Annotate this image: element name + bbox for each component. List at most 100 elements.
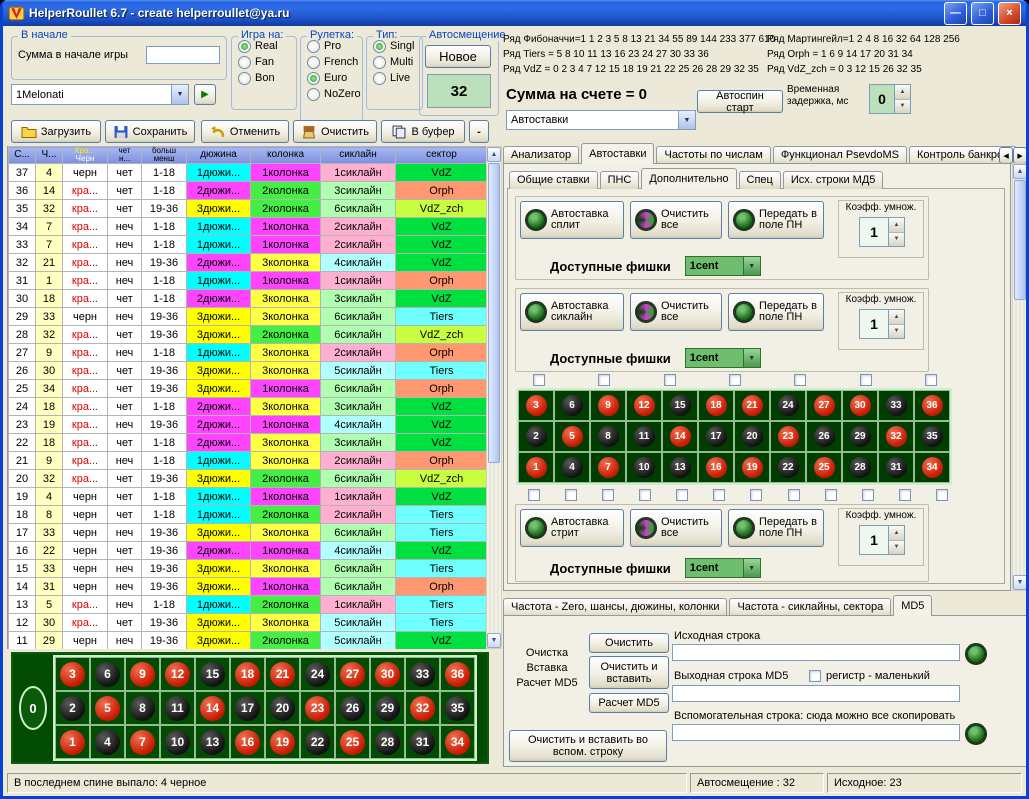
roulette-number-10[interactable]: 10 xyxy=(160,725,195,759)
roulette-number-34[interactable]: 34 xyxy=(914,452,950,483)
history-row[interactable]: 3532кра...чет19-363дюжи...2колонка6сикла… xyxy=(9,200,488,218)
roulette-number-13[interactable]: 13 xyxy=(662,452,698,483)
roulette-number-35[interactable]: 35 xyxy=(914,421,950,452)
right-panel-scrollbar[interactable]: ▲ ▼ xyxy=(1012,163,1028,591)
tab-MD5[interactable]: MD5 xyxy=(893,595,932,616)
roulette-number-16[interactable]: 16 xyxy=(698,452,734,483)
radio-french[interactable]: French xyxy=(307,55,362,69)
tab-Частота - Zero, шансы, дюжины, колонки[interactable]: Частота - Zero, шансы, дюжины, колонки xyxy=(503,598,727,616)
transfer-sixline-button[interactable]: Передать в поле ПН xyxy=(728,293,824,331)
history-row[interactable]: 2418кра...чет1-182дюжи...3колонка3сиклай… xyxy=(9,398,488,416)
roulette-number-14[interactable]: 14 xyxy=(195,691,230,725)
minimize-button[interactable]: — xyxy=(944,2,967,25)
history-row[interactable]: 337кра...неч1-181дюжи...1колонка2сиклайн… xyxy=(9,236,488,254)
roulette-number-29[interactable]: 29 xyxy=(842,421,878,452)
bet-checkbox[interactable] xyxy=(825,489,837,501)
roulette-number-1[interactable]: 1 xyxy=(518,452,554,483)
spin-down-icon[interactable]: ▼ xyxy=(889,325,904,339)
save-button[interactable]: Сохранить xyxy=(105,120,195,143)
md5-source-input[interactable] xyxy=(672,644,960,661)
radio-singl[interactable]: Singl xyxy=(373,39,422,53)
radio-real[interactable]: Real xyxy=(238,39,296,53)
tab-Функционал PsevdoMS[interactable]: Функционал PsevdoMS xyxy=(773,146,907,164)
roulette-number-23[interactable]: 23 xyxy=(770,421,806,452)
collapse-button[interactable]: - xyxy=(469,120,489,143)
roulette-number-18[interactable]: 18 xyxy=(230,657,265,691)
roulette-number-10[interactable]: 10 xyxy=(626,452,662,483)
roulette-number-7[interactable]: 7 xyxy=(125,725,160,759)
radio-fan[interactable]: Fan xyxy=(238,55,296,69)
radio-bon[interactable]: Bon xyxy=(238,71,296,85)
clear-button[interactable]: Очистить xyxy=(293,120,377,143)
bet-checkbox[interactable] xyxy=(794,374,806,386)
scroll-up-icon[interactable]: ▲ xyxy=(1013,164,1027,179)
close-button[interactable]: × xyxy=(998,2,1021,25)
roulette-number-25[interactable]: 25 xyxy=(335,725,370,759)
tab-scroll-left-button[interactable]: ◀ xyxy=(999,147,1013,164)
history-row[interactable]: 3221кра...неч19-362дюжи...3колонка4сикла… xyxy=(9,254,488,272)
roulette-number-12[interactable]: 12 xyxy=(160,657,195,691)
roulette-number-8[interactable]: 8 xyxy=(590,421,626,452)
spin-down-icon[interactable]: ▼ xyxy=(889,233,904,247)
history-row[interactable]: 219кра...неч1-181дюжи...3колонка2сиклайн… xyxy=(9,452,488,470)
new-autoshift-button[interactable]: Новое xyxy=(425,45,491,68)
header-number[interactable]: Ч... xyxy=(36,147,63,164)
radio-pro[interactable]: Pro xyxy=(307,39,362,53)
roulette-number-22[interactable]: 22 xyxy=(300,725,335,759)
roulette-number-5[interactable]: 5 xyxy=(554,421,590,452)
roulette-number-15[interactable]: 15 xyxy=(662,390,698,421)
roulette-number-9[interactable]: 9 xyxy=(125,657,160,691)
spin-down-icon[interactable]: ▼ xyxy=(889,541,904,555)
md5-lowercase-checkbox[interactable] xyxy=(809,670,821,682)
history-row[interactable]: 3614кра...чет1-182дюжи...2колонка3сиклай… xyxy=(9,182,488,200)
history-row[interactable]: 2630кра...чет19-363дюжи...3колонка5сикла… xyxy=(9,362,488,380)
roulette-number-3[interactable]: 3 xyxy=(55,657,90,691)
header-sector[interactable]: сектор xyxy=(396,147,488,164)
history-row[interactable]: 347кра...неч1-181дюжи...1колонка2сиклайн… xyxy=(9,218,488,236)
roulette-number-31[interactable]: 31 xyxy=(405,725,440,759)
history-row[interactable]: 2218кра...чет1-182дюжи...3колонка3сиклай… xyxy=(9,434,488,452)
history-row[interactable]: 2319кра...неч19-362дюжи...1колонка4сикла… xyxy=(9,416,488,434)
load-button[interactable]: Загрузить xyxy=(11,120,101,143)
roulette-number-24[interactable]: 24 xyxy=(770,390,806,421)
roulette-number-19[interactable]: 19 xyxy=(734,452,770,483)
roulette-zero[interactable]: 0 xyxy=(19,686,47,730)
roulette-number-2[interactable]: 2 xyxy=(518,421,554,452)
tab-Общие ставки[interactable]: Общие ставки xyxy=(509,171,598,189)
roulette-number-17[interactable]: 17 xyxy=(230,691,265,725)
roulette-number-11[interactable]: 11 xyxy=(160,691,195,725)
roulette-number-25[interactable]: 25 xyxy=(806,452,842,483)
roulette-number-3[interactable]: 3 xyxy=(518,390,554,421)
tab-Спец[interactable]: Спец xyxy=(739,171,781,189)
spin-up-icon[interactable]: ▲ xyxy=(895,85,910,100)
scroll-down-icon[interactable]: ▼ xyxy=(487,633,501,648)
roulette-number-36[interactable]: 36 xyxy=(440,657,475,691)
bet-checkbox[interactable] xyxy=(936,489,948,501)
roulette-number-32[interactable]: 32 xyxy=(405,691,440,725)
bet-checkbox[interactable] xyxy=(713,489,725,501)
header-sixline[interactable]: сиклайн xyxy=(321,147,396,164)
bet-checkbox[interactable] xyxy=(788,489,800,501)
roulette-number-2[interactable]: 2 xyxy=(55,691,90,725)
history-row[interactable]: 279кра...неч1-181дюжи...3колонка2сиклайн… xyxy=(9,344,488,362)
transfer-split-button[interactable]: Передать в поле ПН xyxy=(728,201,824,239)
header-color[interactable]: Кра...Черн xyxy=(63,147,108,164)
tab-Частоты по числам[interactable]: Частоты по числам xyxy=(656,146,770,164)
md5-clear-paste-helper-button[interactable]: Очистить и вставить во вспом. строку xyxy=(509,730,667,762)
radio-multi[interactable]: Multi xyxy=(373,55,422,69)
roulette-number-20[interactable]: 20 xyxy=(265,691,300,725)
roulette-number-28[interactable]: 28 xyxy=(370,725,405,759)
history-row[interactable]: 1733черннеч19-363дюжи...3колонка6сиклайн… xyxy=(9,524,488,542)
bet-checkbox[interactable] xyxy=(676,489,688,501)
roulette-number-35[interactable]: 35 xyxy=(440,691,475,725)
header-parity[interactable]: четн... xyxy=(108,147,142,164)
delay-stepper[interactable]: 0 ▲ ▼ xyxy=(869,84,911,114)
tab-Автоставки[interactable]: Автоставки xyxy=(581,143,654,164)
header-spin[interactable]: С... xyxy=(9,147,36,164)
copy-to-buffer-button[interactable]: В буфер xyxy=(381,120,465,143)
roulette-number-1[interactable]: 1 xyxy=(55,725,90,759)
roulette-number-9[interactable]: 9 xyxy=(590,390,626,421)
roulette-number-11[interactable]: 11 xyxy=(626,421,662,452)
tab-Частота - сиклайны, сектора[interactable]: Частота - сиклайны, сектора xyxy=(729,598,891,616)
sixline-coef-stepper[interactable]: 1 ▲▼ xyxy=(859,309,905,339)
